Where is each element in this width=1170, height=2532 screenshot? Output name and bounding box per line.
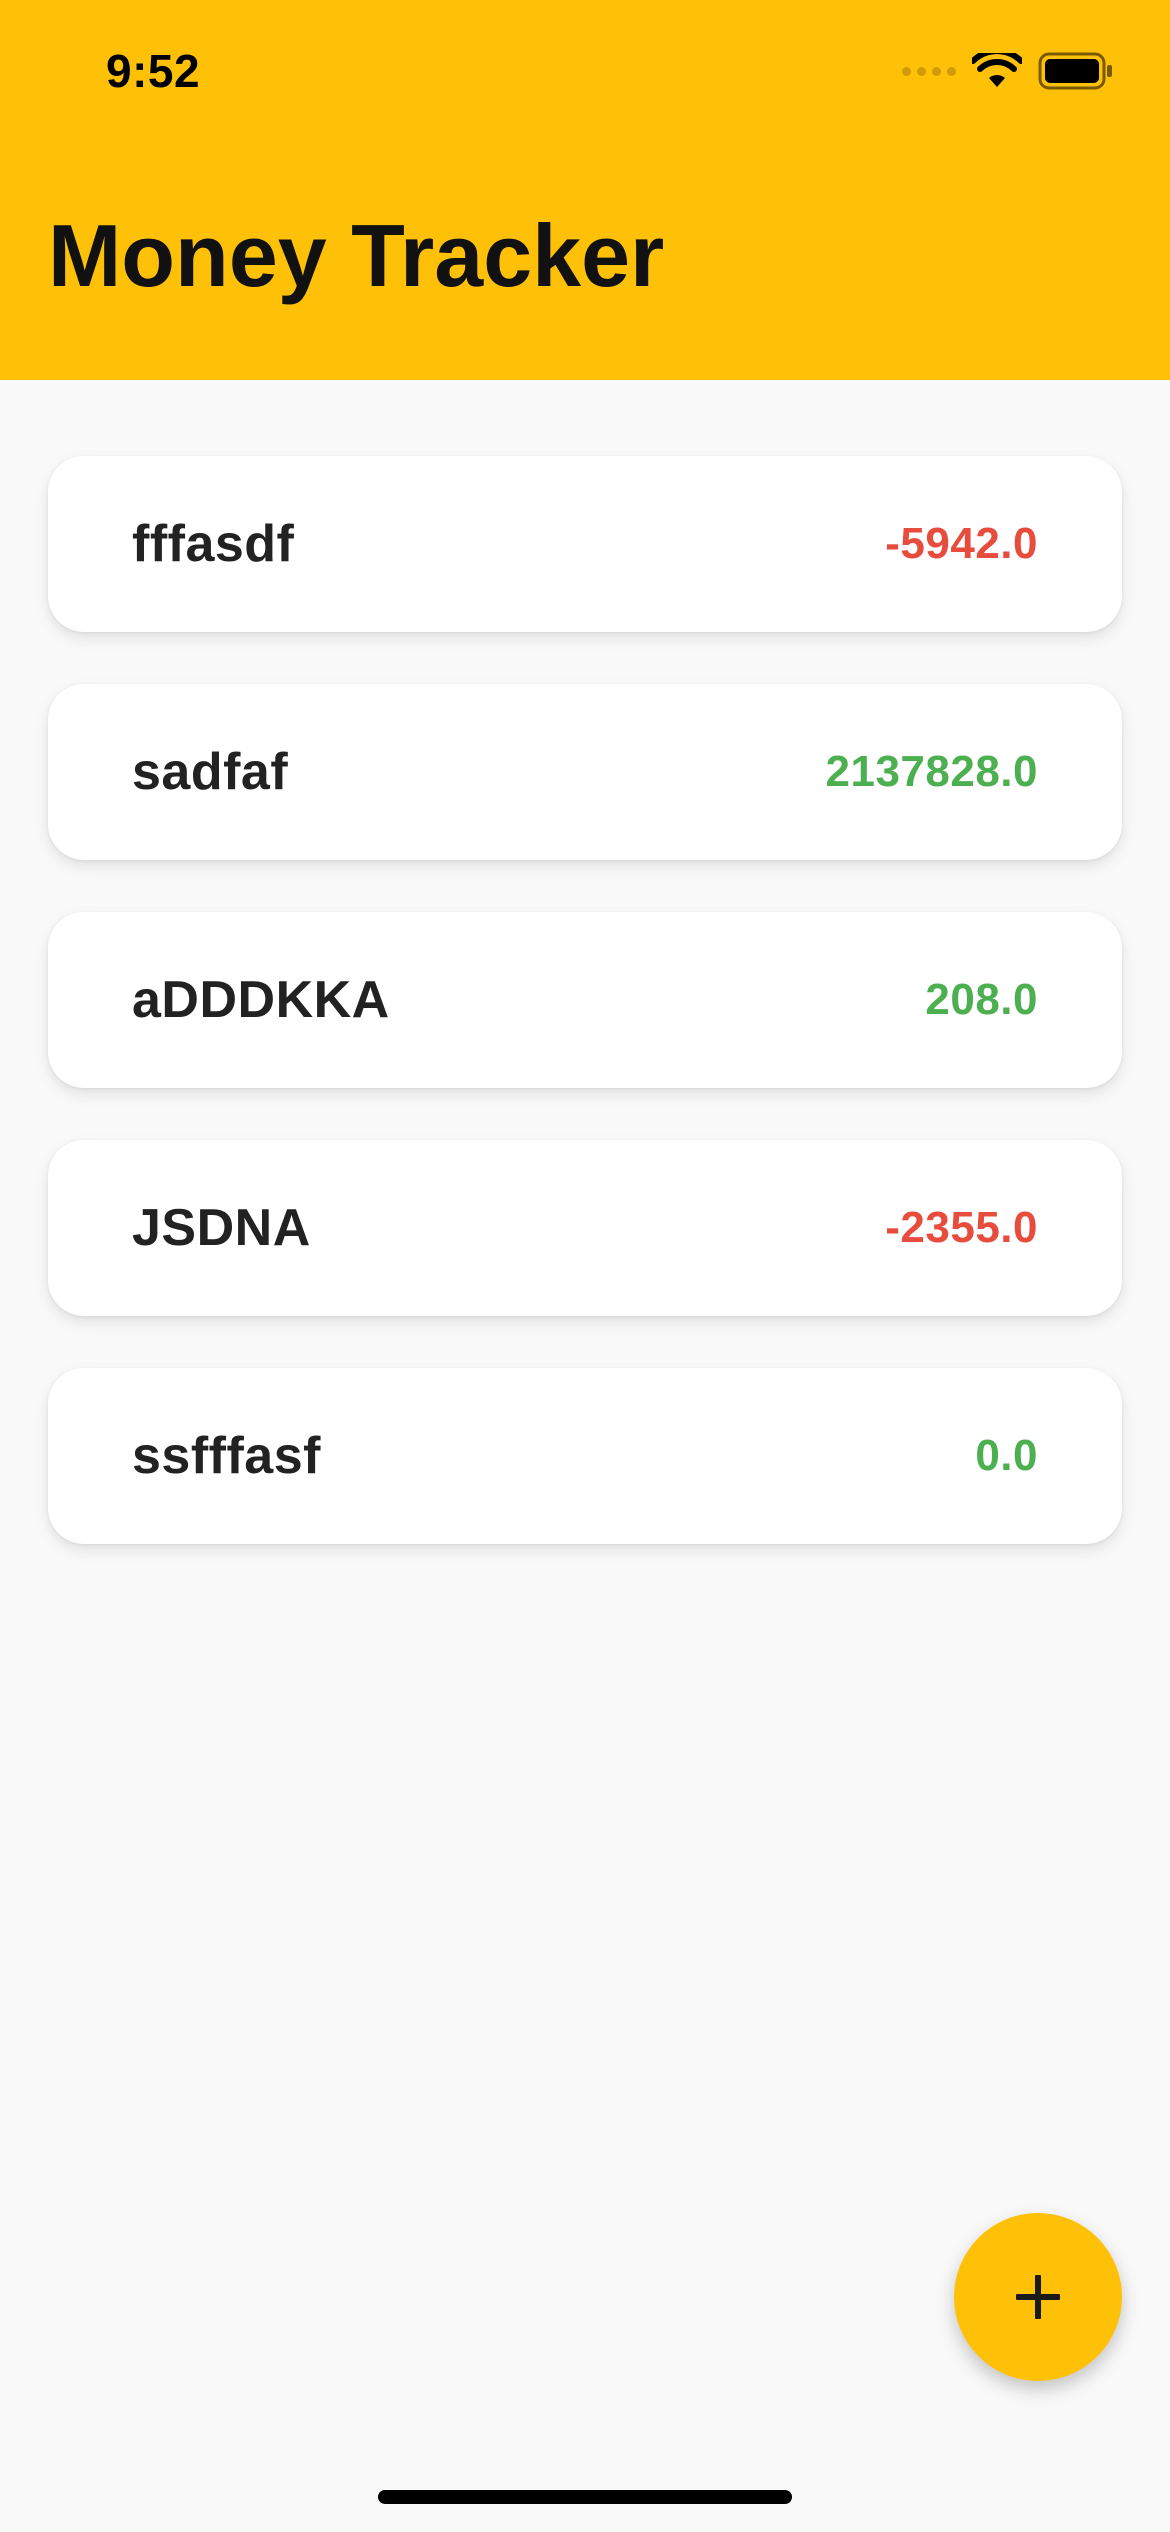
transaction-card[interactable]: fffasdf -5942.0 bbox=[48, 456, 1122, 632]
transaction-amount: -2355.0 bbox=[885, 1203, 1038, 1252]
home-indicator[interactable] bbox=[378, 2490, 792, 2504]
transaction-amount: 2137828.0 bbox=[825, 747, 1038, 796]
status-time: 9:52 bbox=[106, 45, 201, 97]
transaction-name: sadfaf bbox=[132, 743, 289, 801]
cellular-signal-icon bbox=[902, 66, 956, 76]
transaction-name: JSDNA bbox=[132, 1199, 311, 1257]
status-icons bbox=[902, 52, 1114, 90]
transaction-name: fffasdf bbox=[132, 515, 295, 573]
app-bar: 9:52 Money Tracker bbox=[0, 0, 1170, 380]
add-transaction-button[interactable] bbox=[954, 2213, 1122, 2381]
transaction-list: fffasdf -5942.0 sadfaf 2137828.0 aDDDKKA… bbox=[48, 456, 1122, 1596]
transaction-amount: -5942.0 bbox=[885, 519, 1038, 568]
transaction-name: aDDDKKA bbox=[132, 971, 390, 1029]
transaction-card[interactable]: aDDDKKA 208.0 bbox=[48, 912, 1122, 1088]
transaction-amount: 208.0 bbox=[925, 975, 1038, 1024]
wifi-icon bbox=[972, 53, 1022, 87]
plus-icon bbox=[1016, 2275, 1060, 2319]
transaction-card[interactable]: ssfffasf 0.0 bbox=[48, 1368, 1122, 1544]
transaction-name: ssfffasf bbox=[132, 1427, 321, 1485]
transaction-card[interactable]: sadfaf 2137828.0 bbox=[48, 684, 1122, 860]
transaction-amount: 0.0 bbox=[975, 1431, 1038, 1480]
page-title: Money Tracker bbox=[48, 206, 665, 305]
transaction-card[interactable]: JSDNA -2355.0 bbox=[48, 1140, 1122, 1316]
battery-icon bbox=[1038, 52, 1112, 90]
